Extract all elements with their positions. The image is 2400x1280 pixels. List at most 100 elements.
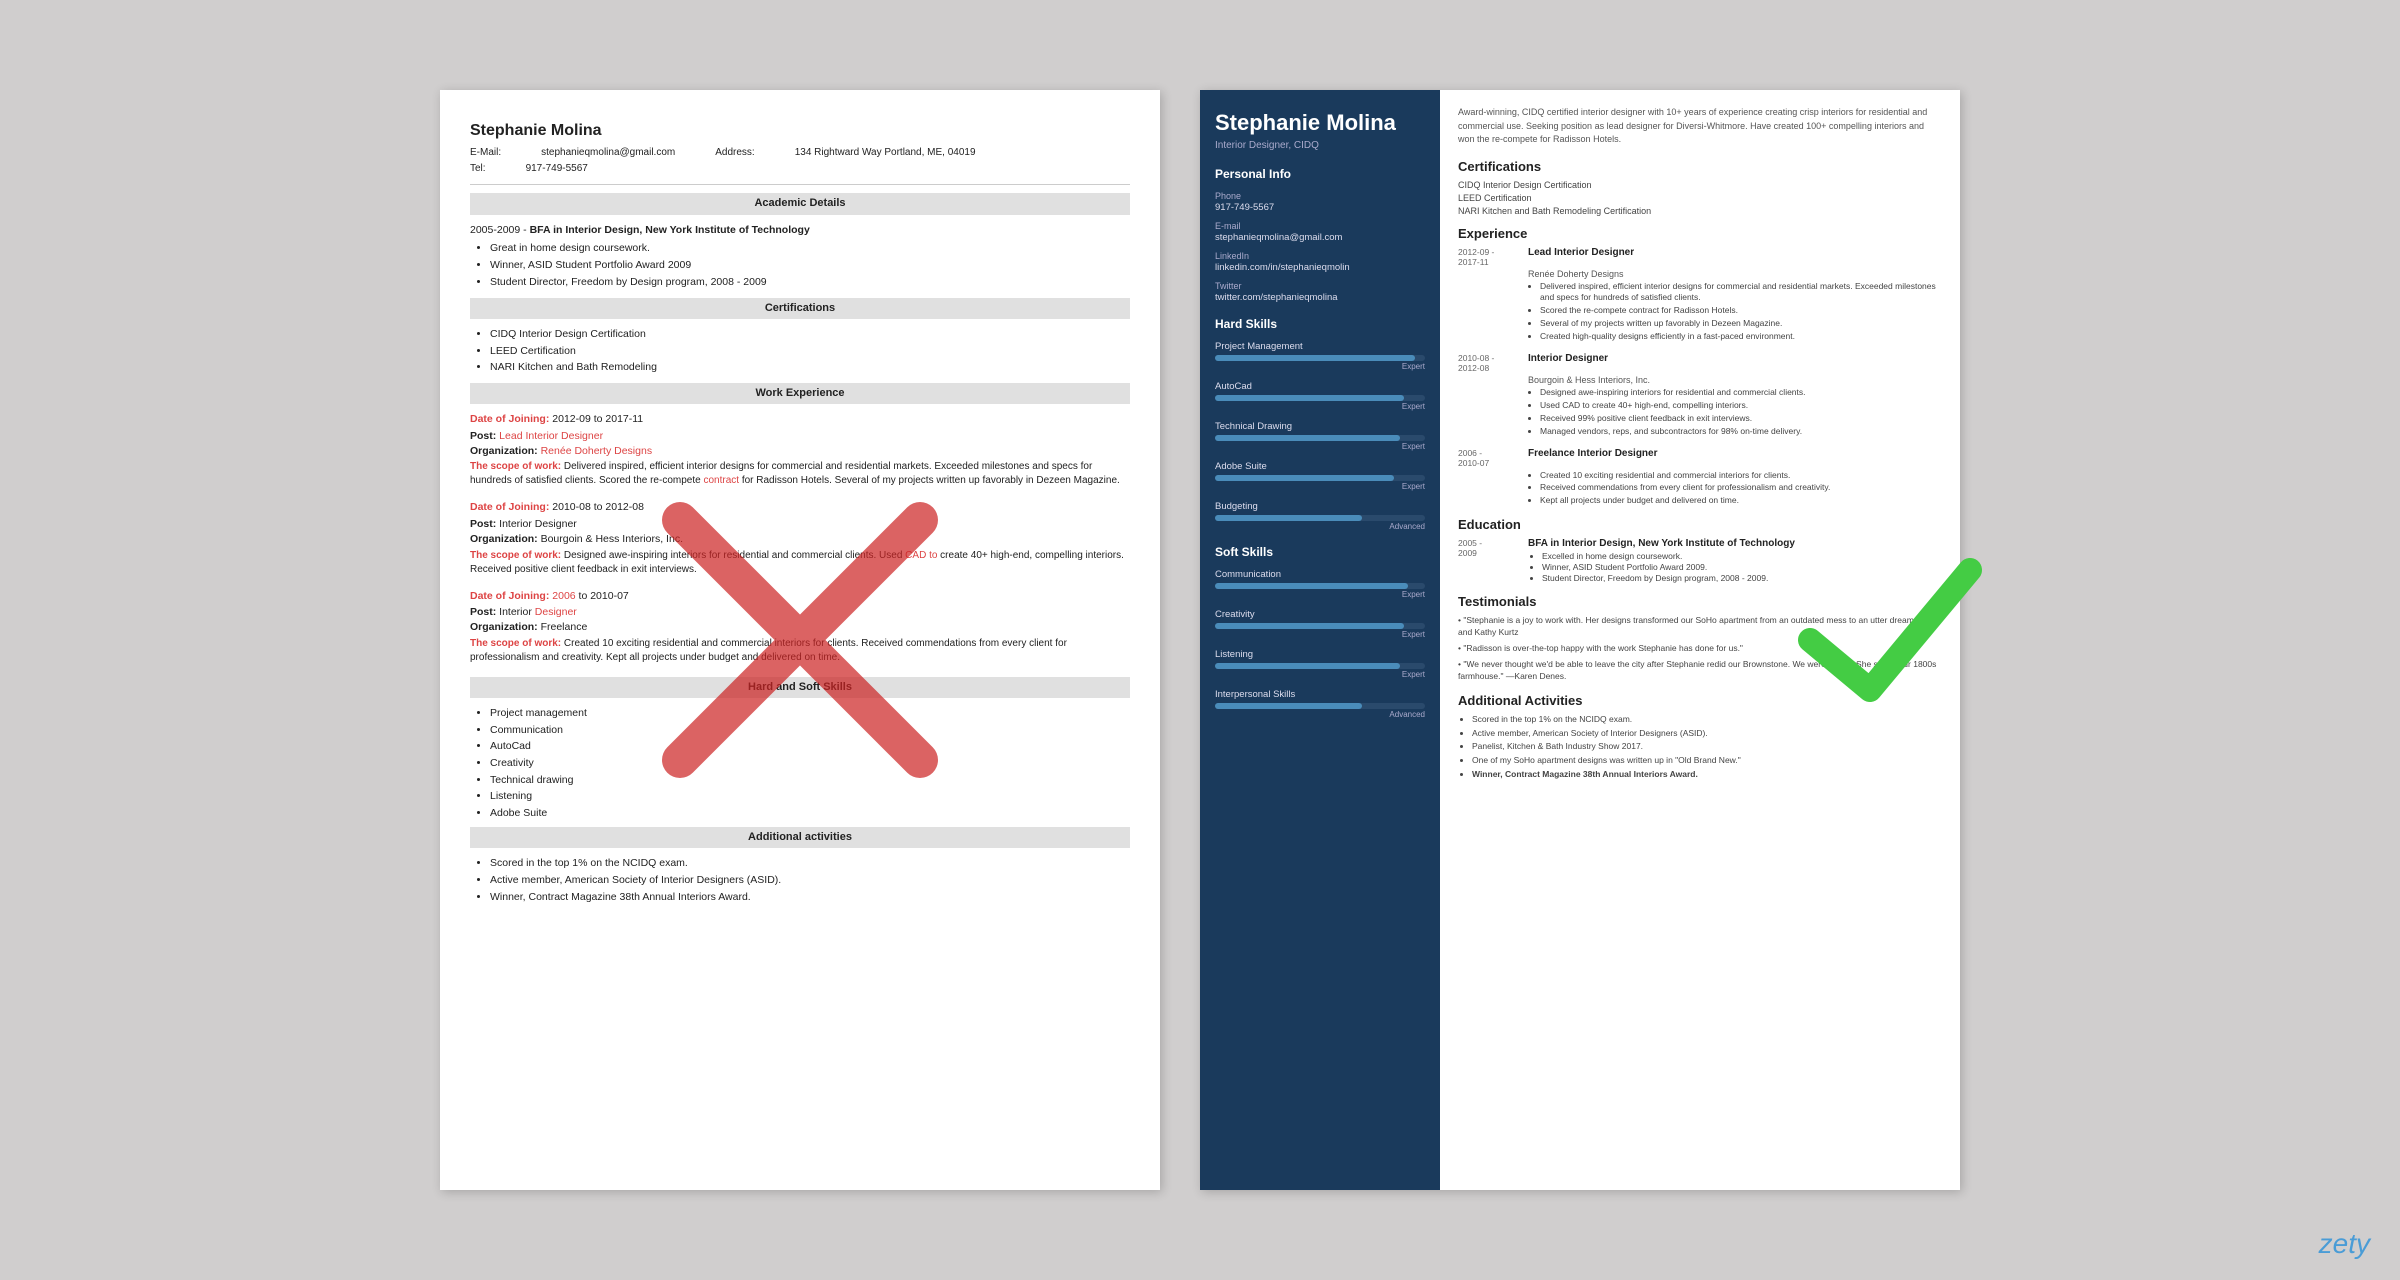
job-1-title: Post: Lead Interior Designer	[470, 429, 1130, 444]
address-value: 134 Rightward Way Portland, ME, 04019	[795, 146, 976, 160]
exp-3-b1: Created 10 exciting residential and comm…	[1540, 470, 1942, 482]
exp-1-b3: Several of my projects written up favora…	[1540, 318, 1942, 330]
right-sidebar: Stephanie Molina Interior Designer, CIDQ…	[1200, 90, 1440, 1190]
exp-2-b4: Managed vendors, reps, and subcontractor…	[1540, 426, 1942, 438]
job-1-date: Date of Joining: 2012-09 to 2017-11	[470, 412, 1130, 427]
edu-b2: Winner, ASID Student Portfolio Award 200…	[1542, 562, 1795, 572]
cert-1: CIDQ Interior Design Certification	[490, 327, 1130, 342]
job-2-desc: The scope of work: Designed awe-inspirin…	[470, 549, 1130, 577]
academic-bullet-2: Winner, ASID Student Portfolio Award 200…	[490, 258, 1130, 273]
testimonials-title: Testimonials	[1458, 594, 1942, 609]
exp-1-header: 2012-09 -2017-11 Lead Interior Designer	[1458, 247, 1942, 267]
edu-degree: BFA in Interior Design, New York Institu…	[1528, 538, 1795, 549]
edu-bullets: Excelled in home design coursework. Winn…	[1528, 551, 1795, 583]
soft-skills-title: Soft Skills	[1215, 545, 1425, 559]
add-activities-right: Scored in the top 1% on the NCIDQ exam. …	[1458, 714, 1942, 781]
academic-bullet-3: Student Director, Freedom by Design prog…	[490, 275, 1130, 290]
left-contact-tel: Tel: 917-749-5567	[470, 162, 1130, 176]
right-cert-3: NARI Kitchen and Bath Remodeling Certifi…	[1458, 206, 1942, 216]
exp-3-b2: Received commendations from every client…	[1540, 482, 1942, 494]
zety-watermark: zety	[2319, 1228, 2370, 1260]
skill-3: AutoCad	[490, 739, 1130, 754]
divider-1	[470, 184, 1130, 185]
cert-header: Certifications	[470, 298, 1130, 319]
right-name: Stephanie Molina	[1215, 110, 1425, 136]
right-cert-1: CIDQ Interior Design Certification	[1458, 180, 1942, 190]
job-entry-2: Date of Joining: 2010-08 to 2012-08 Post…	[470, 500, 1130, 576]
cert-title-right: Certifications	[1458, 159, 1942, 174]
edu-b3: Student Director, Freedom by Design prog…	[1542, 573, 1795, 583]
hard-skills-title: Hard Skills	[1215, 317, 1425, 331]
skills-list: Project management Communication AutoCad…	[470, 706, 1130, 821]
right-add-2: Active member, American Society of Inter…	[1472, 728, 1942, 740]
exp-2-b3: Received 99% positive client feedback in…	[1540, 413, 1942, 425]
exp-2-title: Interior Designer	[1528, 353, 1608, 373]
additional-header: Additional activities	[470, 827, 1130, 848]
exp-1-b4: Created high-quality designs efficiently…	[1540, 331, 1942, 343]
job-entry-1: Date of Joining: 2012-09 to 2017-11 Post…	[470, 412, 1130, 488]
exp-1-bullets: Delivered inspired, efficient interior d…	[1528, 281, 1942, 343]
right-main: Award-winning, CIDQ certified interior d…	[1440, 90, 1960, 1190]
email-value-right: stephanieqmolina@gmail.com	[1215, 232, 1425, 243]
personal-info-title: Personal Info	[1215, 167, 1425, 181]
main-container: Stephanie Molina E-Mail: stephanieqmolin…	[0, 0, 2400, 1280]
edu-dates: 2005 -2009	[1458, 538, 1518, 584]
academic-years: 2005-2009	[470, 224, 520, 236]
skill-autocad: AutoCad Expert	[1215, 381, 1425, 411]
work-header: Work Experience	[470, 383, 1130, 404]
additional-list: Scored in the top 1% on the NCIDQ exam. …	[470, 856, 1130, 904]
skill-7: Adobe Suite	[490, 806, 1130, 821]
job-2-date: Date of Joining: 2010-08 to 2012-08	[470, 500, 1130, 515]
exp-2-dates: 2010-08 -2012-08	[1458, 353, 1518, 373]
academic-bullets: Great in home design coursework. Winner,…	[470, 241, 1130, 289]
testimonial-2: • "Radisson is over-the-top happy with t…	[1458, 643, 1942, 655]
right-add-5: Winner, Contract Magazine 38th Annual In…	[1472, 769, 1942, 781]
skill-4: Creativity	[490, 756, 1130, 771]
exp-1-dates: 2012-09 -2017-11	[1458, 247, 1518, 267]
job-3-desc: The scope of work: Created 10 exciting r…	[470, 637, 1130, 665]
email-value: stephanieqmolina@gmail.com	[541, 146, 675, 160]
cert-list: CIDQ Interior Design Certification LEED …	[470, 327, 1130, 375]
edu-b1: Excelled in home design coursework.	[1542, 551, 1795, 561]
exp-1-org: Renée Doherty Designs	[1528, 269, 1942, 279]
job-2-org: Organization: Bourgoin & Hess Interiors,…	[470, 532, 1130, 547]
exp-3-header: 2006 -2010-07 Freelance Interior Designe…	[1458, 448, 1942, 468]
skill-2: Communication	[490, 723, 1130, 738]
additional-title-right: Additional Activities	[1458, 693, 1942, 708]
exp-1-b2: Scored the re-compete contract for Radis…	[1540, 305, 1942, 317]
resume-right: Stephanie Molina Interior Designer, CIDQ…	[1200, 90, 1960, 1190]
exp-3-dates: 2006 -2010-07	[1458, 448, 1518, 468]
phone-value: 917-749-5567	[1215, 202, 1425, 213]
cert-3: NARI Kitchen and Bath Remodeling	[490, 360, 1130, 375]
testimonial-3: • "We never thought we'd be able to leav…	[1458, 659, 1942, 683]
exp-2-b2: Used CAD to create 40+ high-end, compell…	[1540, 400, 1942, 412]
exp-2-b1: Designed awe-inspiring interiors for res…	[1540, 387, 1942, 399]
twitter-value: twitter.com/stephanieqmolina	[1215, 292, 1425, 303]
skill-interpersonal: Interpersonal Skills Advanced	[1215, 689, 1425, 719]
exp-2-header: 2010-08 -2012-08 Interior Designer	[1458, 353, 1942, 373]
add-1: Scored in the top 1% on the NCIDQ exam.	[490, 856, 1130, 871]
skill-project-mgmt: Project Management Expert	[1215, 341, 1425, 371]
address-label: Address:	[715, 146, 754, 160]
summary-text: Award-winning, CIDQ certified interior d…	[1458, 106, 1942, 147]
skill-adobe: Adobe Suite Expert	[1215, 461, 1425, 491]
job-3-title: Post: Interior Designer	[470, 605, 1130, 620]
right-add-4: One of my SoHo apartment designs was wri…	[1472, 755, 1942, 767]
exp-entry-1: 2012-09 -2017-11 Lead Interior Designer …	[1458, 247, 1942, 343]
left-contact-email: E-Mail: stephanieqmolina@gmail.com Addre…	[470, 146, 1130, 160]
exp-entry-3: 2006 -2010-07 Freelance Interior Designe…	[1458, 448, 1942, 508]
skill-technical-drawing: Technical Drawing Expert	[1215, 421, 1425, 451]
right-cert-2: LEED Certification	[1458, 193, 1942, 203]
linkedin-label: LinkedIn	[1215, 251, 1425, 261]
job-1-desc: The scope of work: Delivered inspired, e…	[470, 460, 1130, 488]
skill-communication: Communication Expert	[1215, 569, 1425, 599]
exp-3-title: Freelance Interior Designer	[1528, 448, 1658, 468]
edu-main: BFA in Interior Design, New York Institu…	[1528, 538, 1795, 584]
add-3: Winner, Contract Magazine 38th Annual In…	[490, 890, 1130, 905]
skill-budgeting: Budgeting Advanced	[1215, 501, 1425, 531]
job-3-date: Date of Joining: 2006 to 2010-07	[470, 589, 1130, 604]
edu-entry-1: 2005 -2009 BFA in Interior Design, New Y…	[1458, 538, 1942, 584]
skill-listening: Listening Expert	[1215, 649, 1425, 679]
academic-header: Academic Details	[470, 193, 1130, 214]
academic-degree: BFA in Interior Design, New York Institu…	[530, 224, 810, 236]
